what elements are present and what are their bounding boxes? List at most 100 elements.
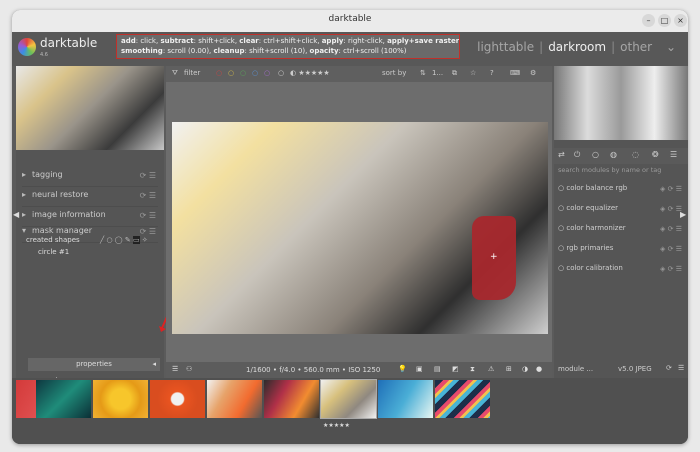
module-label: color harmonizer [566,224,626,232]
correct-group-icon[interactable]: ◌ [632,150,639,159]
shape-item[interactable]: circle #1 [38,248,69,256]
module-tagging[interactable]: ▸ tagging ⟳ ☰ [22,170,158,187]
color-label-red-icon[interactable]: ○ [216,69,222,77]
shortcut-key: : right-click, [343,37,388,45]
module-options-icon[interactable]: ◈ ⟳ ☰ [660,245,682,253]
module-options-icon[interactable]: ◈ ⟳ ☰ [660,205,682,213]
gradient-icon[interactable]: ▭ [132,236,140,244]
shortcut-action: apply [321,37,344,45]
shortcut-key: : shift+scroll (10), [244,47,310,55]
module-options-icon[interactable]: ◈ ⟳ ☰ [660,265,682,273]
sort-icon[interactable]: ⇅ [420,69,426,77]
module-image-information[interactable]: ▸ image information ⟳ ☰ [22,210,158,227]
module-neural-restore[interactable]: ▸ neural restore ⟳ ☰ [22,190,158,207]
filmstrip-thumbnail[interactable] [264,380,319,418]
view-lighttable[interactable]: lighttable [477,40,534,54]
color-label-purple-icon[interactable]: ○ [264,69,270,77]
app-window: darktable – □ × darktable 4.6 add: click… [12,10,688,444]
main-photo[interactable]: + [172,122,548,334]
filmstrip-thumbnail[interactable] [207,380,262,418]
maximize-icon[interactable]: □ [658,14,671,27]
second-window-icon[interactable]: ● [536,365,542,373]
menu-icon[interactable]: ☰ [670,150,677,159]
brush-icon[interactable]: ✎ [125,236,131,244]
reset-icon[interactable]: ⟳ [666,364,672,372]
shortcut-key: : ctrl+scroll (100%) [338,47,407,55]
collapse-right-panel-icon[interactable]: ▶ [680,210,686,219]
expand-icon: ▸ [22,190,27,199]
draw-shape-icon[interactable]: ✧ [142,236,148,244]
shortcut-key: : ctrl+shift+click, [258,37,322,45]
warning-icon[interactable]: ⚠ [488,365,494,373]
brand-name: darktable [40,36,98,50]
color-label-green-icon[interactable]: ○ [240,69,246,77]
keyboard-icon[interactable]: ⌨ [510,69,520,77]
rating-stars[interactable]: ★★★★★ [323,422,350,429]
module-options-icon[interactable]: ◈ ⟳ ☰ [660,185,682,193]
filter-icon[interactable]: ⛛ [172,69,178,78]
bulb-icon[interactable]: 💡 [398,365,407,373]
module-color-equalizer[interactable]: ○ color equalizer ◈ ⟳ ☰ [558,204,684,218]
filmstrip-thumbnail[interactable] [150,380,205,418]
view-darkroom[interactable]: darkroom [548,40,606,54]
module-options-icon[interactable]: ⟳ ☰ [140,227,156,236]
module-color-harmonizer[interactable]: ○ color harmonizer ◈ ⟳ ☰ [558,224,684,238]
module-label: color balance rgb [566,184,628,192]
shortcut-action: subtract [160,37,194,45]
module-footer-label[interactable]: module ... [558,365,593,373]
path-icon[interactable]: ╱ [100,236,104,244]
menu-icon[interactable]: ☰ [678,364,684,372]
help-icon[interactable]: ? [490,69,494,77]
menu-icon[interactable]: ☰ [172,365,178,373]
module-color-calibration[interactable]: ○ color calibration ◈ ⟳ ☰ [558,264,684,278]
collapse-left-panel-icon[interactable]: ◀ [13,210,19,219]
chevron-down-icon[interactable]: ⌄ [666,40,676,54]
shortcut-key: : shift+click, [193,37,240,45]
window-title: darktable [328,14,372,24]
module-options-icon[interactable]: ◈ ⟳ ☰ [660,225,682,233]
module-options-icon[interactable]: ⟳ ☰ [140,171,156,180]
softproof-icon[interactable]: ◩ [452,365,459,373]
mask-center-icon[interactable]: + [490,252,498,262]
circle-icon[interactable]: ○ [278,69,284,77]
navigation-thumbnail[interactable] [16,66,164,150]
rating-filter-icon[interactable]: ◐ ★★★★★ [290,69,330,77]
filmstrip-thumbnail[interactable] [435,380,490,418]
presets-icon[interactable]: ⇄ [558,150,565,159]
sort-value[interactable]: 1... [432,69,443,77]
module-label: mask manager [32,226,92,235]
properties-bar[interactable]: properties ◂ [28,358,160,371]
color-label-yellow-icon[interactable]: ○ [228,69,234,77]
close-icon[interactable]: × [674,14,687,27]
module-color-balance-rgb[interactable]: ○ color balance rgb ◈ ⟳ ☰ [558,184,684,198]
grid-icon[interactable]: ⊞ [506,365,512,373]
gamut-check-icon[interactable]: ⧗ [470,365,475,374]
effects-group-icon[interactable]: ❂ [652,150,659,159]
color-group-icon[interactable]: ◍ [610,150,617,159]
filmstrip-thumbnail[interactable] [16,380,36,418]
focus-peaking-icon[interactable]: ▣ [416,365,423,373]
gear-icon[interactable]: ⚙ [530,69,536,77]
guides-icon[interactable]: ▤ [434,365,441,373]
module-label: color calibration [566,264,623,272]
star-icon[interactable]: ☆ [470,69,476,77]
power-icon[interactable]: ⏻ [574,150,580,160]
filmstrip-thumbnail[interactable] [378,380,433,418]
copy-icon[interactable]: ⧉ [452,69,457,78]
filmstrip-thumbnail[interactable] [36,380,91,418]
styles-icon[interactable]: ⚇ [186,365,192,373]
module-options-icon[interactable]: ⟳ ☰ [140,191,156,200]
module-search-input[interactable]: search modules by name or tag [558,166,661,174]
overlay-icon[interactable]: ◑ [522,365,528,373]
circle-icon[interactable]: ○ [106,236,112,244]
filmstrip-thumbnail-selected[interactable] [320,379,377,419]
base-icon[interactable]: ○ [592,150,599,159]
view-other[interactable]: other [620,40,652,54]
ellipse-icon[interactable]: ◯ [115,236,123,244]
minimize-icon[interactable]: – [642,14,655,27]
module-options-icon[interactable]: ⟳ ☰ [140,211,156,220]
histogram[interactable] [554,66,688,140]
filmstrip-thumbnail[interactable] [93,380,148,418]
module-rgb-primaries[interactable]: ○ rgb primaries ◈ ⟳ ☰ [558,244,684,258]
color-label-blue-icon[interactable]: ○ [252,69,258,77]
